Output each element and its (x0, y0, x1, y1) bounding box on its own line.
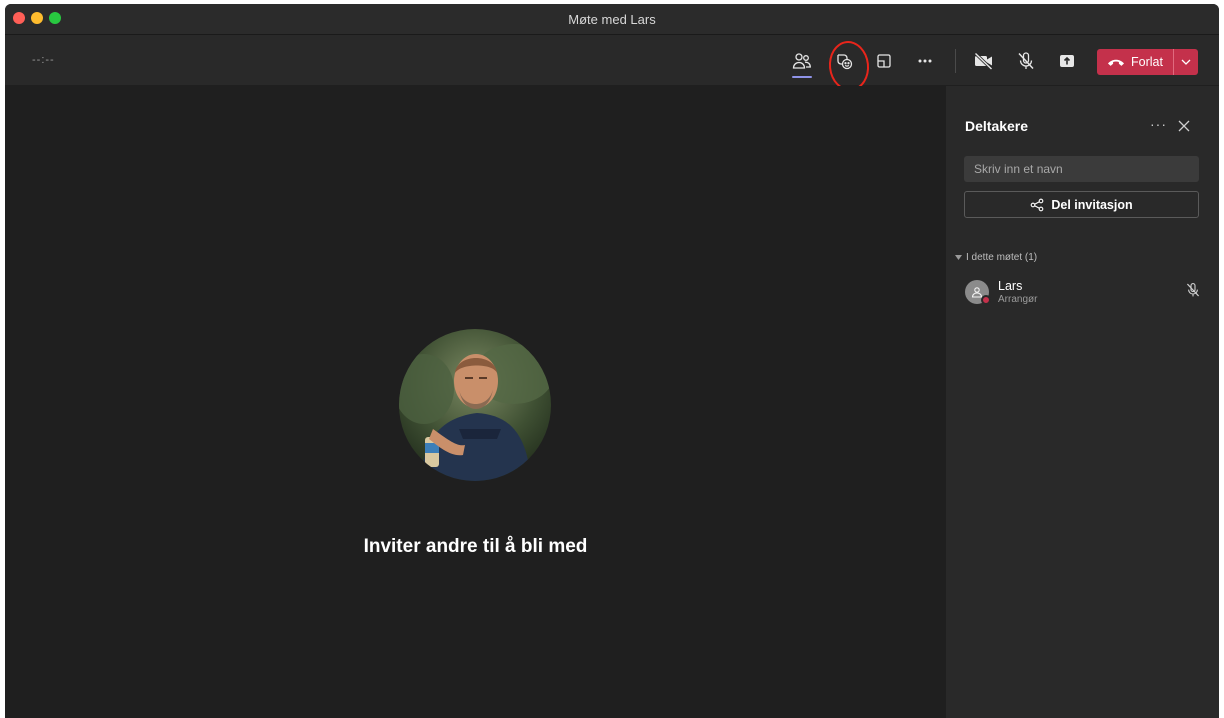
share-invite-label: Del invitasjon (1051, 197, 1133, 212)
active-tab-indicator (792, 76, 812, 78)
show-participants-button[interactable] (785, 44, 819, 78)
microphone-off-icon (1018, 52, 1034, 70)
leave-main[interactable]: Forlat (1097, 49, 1173, 75)
reactions-icon (837, 54, 853, 70)
share-content-button[interactable] (1050, 44, 1084, 78)
breakout-rooms-icon (877, 54, 891, 68)
share-icon (1031, 198, 1044, 211)
title-bar: Møte med Lars (5, 4, 1219, 35)
microphone-toggle-button[interactable] (1009, 44, 1043, 78)
section-label: I dette møtet (1) (966, 252, 1038, 263)
meeting-stage: Inviter andre til å bli med (5, 86, 946, 718)
reactions-button[interactable] (827, 44, 861, 78)
leave-label: Forlat (1131, 55, 1163, 69)
meeting-timer: --:-- (32, 54, 55, 66)
share-screen-icon (1060, 55, 1074, 67)
presence-status-dot (981, 295, 991, 305)
participant-row[interactable]: Lars Arrangør (959, 276, 1207, 310)
participants-panel: Deltakere ··· Del invitasjon I dette møt… (946, 86, 1219, 718)
more-icon (918, 59, 932, 63)
toolbar-divider (955, 49, 956, 73)
window-title: Møte med Lars (568, 12, 656, 27)
meeting-toolbar: --:-- (5, 35, 1219, 85)
camera-off-icon (974, 52, 993, 71)
caret-down-icon (955, 255, 962, 260)
chevron-down-icon (1181, 59, 1191, 65)
people-icon (792, 53, 811, 69)
profile-photo (399, 329, 551, 481)
participant-search-input[interactable] (964, 156, 1199, 182)
participant-role: Arrangør (998, 294, 1038, 305)
close-panel-icon[interactable] (1175, 117, 1193, 135)
share-invite-button[interactable]: Del invitasjon (964, 191, 1199, 218)
participant-mic-off-icon (1186, 283, 1200, 297)
user-avatar (399, 329, 551, 481)
panel-title: Deltakere (965, 118, 1029, 134)
participant-name: Lars (998, 279, 1023, 293)
leave-options-button[interactable] (1174, 49, 1198, 75)
camera-toggle-button[interactable] (967, 44, 1001, 78)
teams-meeting-window: Møte med Lars --:-- Forlat Inviter andre… (5, 4, 1219, 718)
leave-meeting-button[interactable]: Forlat (1097, 49, 1198, 75)
panel-more-options-button[interactable]: ··· (1150, 116, 1167, 132)
invite-others-message: Inviter andre til å bli med (363, 536, 588, 557)
more-actions-button[interactable] (908, 44, 942, 78)
in-meeting-section-header[interactable]: I dette møtet (1) (955, 252, 1037, 263)
breakout-rooms-button[interactable] (867, 44, 901, 78)
phone-hangup-icon (1108, 59, 1125, 66)
